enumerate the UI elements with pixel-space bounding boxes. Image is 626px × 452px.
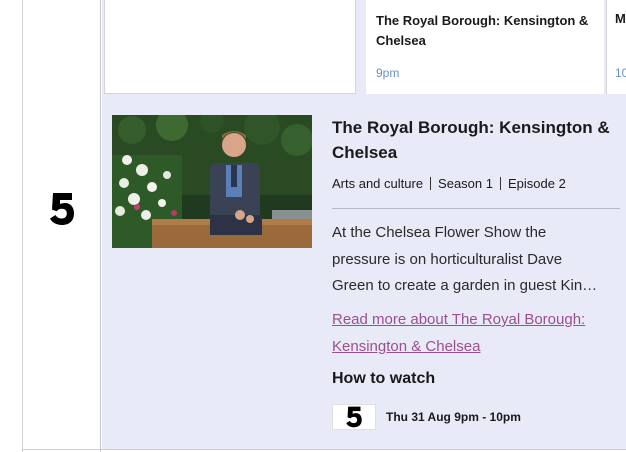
slot-title: The Royal Borough: Kensington & Chelsea (376, 13, 589, 48)
description-line: At the Chelsea Flower Show the (332, 224, 547, 241)
slot-time: 10 (615, 66, 626, 80)
programme-meta: Arts and culture Season 1 Episode 2 (332, 176, 566, 191)
description-line: pressure is on horticulturalist Dave (332, 250, 563, 268)
programme-title: The Royal Borough: Kensington & Chelsea (332, 118, 610, 162)
season-label: Season 1 (438, 176, 493, 191)
meta-separator (499, 177, 501, 190)
schedule-slot-current[interactable]: The Royal Borough: Kensington & Chelsea … (366, 0, 604, 94)
schedule-slot-previous[interactable] (104, 0, 356, 94)
broadcast-row: Thu 31 Aug 9pm - 10pm (332, 404, 521, 430)
programme-description: At the Chelsea Flower Show the pressure … (332, 220, 620, 300)
page-margin (0, 0, 22, 452)
broadcast-time: Thu 31 Aug 9pm - 10pm (386, 410, 521, 424)
channel-column (23, 0, 101, 452)
channel5-logo-icon (332, 404, 376, 430)
how-to-watch-heading: How to watch (332, 370, 436, 387)
slot-title: M (615, 11, 626, 26)
channel5-logo-icon[interactable] (49, 192, 75, 226)
grid-bottom-border (22, 449, 626, 450)
programme-thumbnail-image (112, 115, 312, 248)
genre-label: Arts and culture (332, 176, 424, 191)
description-line: Green to create a garden in guest Kin… (332, 277, 598, 294)
read-more-link[interactable]: Read more about The Royal Borough: Kensi… (332, 307, 622, 360)
section-divider (332, 208, 620, 209)
slot-time: 9pm (376, 66, 400, 80)
schedule-slot-next[interactable]: M 10 (606, 0, 626, 94)
meta-separator (430, 177, 432, 190)
episode-label: Episode 2 (507, 176, 566, 191)
